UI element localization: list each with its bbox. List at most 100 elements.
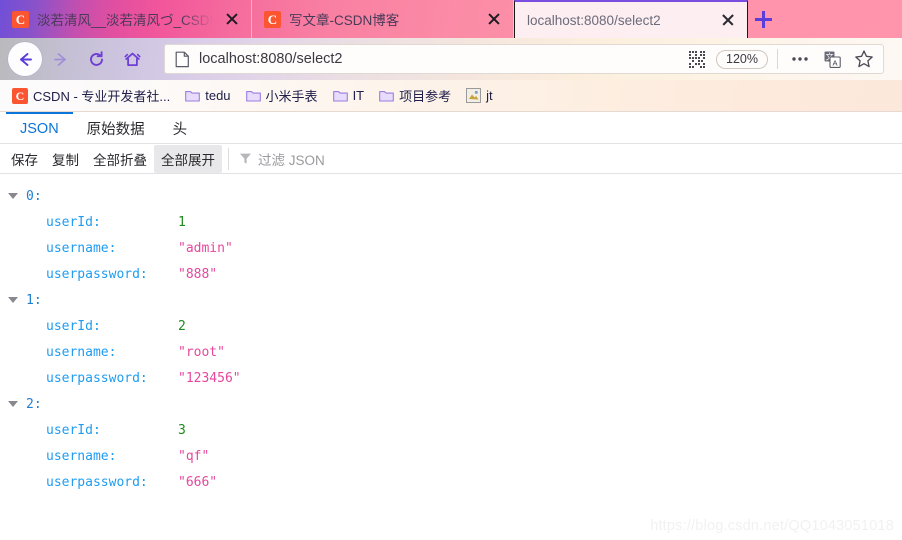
star-icon[interactable] (851, 46, 877, 72)
chevron-down-icon[interactable] (8, 297, 18, 303)
json-value: 3 (178, 422, 186, 438)
json-value: "123456" (178, 370, 241, 386)
bookmark-label: CSDN - 专业开发者社... (33, 89, 171, 104)
bookmark-label: 小米手表 (265, 89, 318, 104)
page-document-icon (175, 51, 190, 68)
back-button[interactable] (8, 42, 42, 76)
browser-tab-2[interactable]: C 写文章-CSDN博客 (252, 0, 514, 38)
folder-icon (379, 89, 394, 102)
address-bar[interactable]: localhost:8080/select2 120% 文 A (164, 44, 884, 74)
folder-icon (332, 89, 348, 102)
filter-placeholder: 过滤 JSON (258, 152, 325, 168)
json-node-index: 0: (26, 188, 42, 204)
collapse-all-button[interactable]: 全部折叠 (86, 145, 154, 173)
json-key: userId: (46, 214, 101, 230)
bookmark-tedu[interactable]: tedu (179, 85, 236, 106)
json-node-row[interactable]: 1: (0, 287, 902, 313)
folder-icon (185, 89, 201, 102)
json-node-index: 2: (26, 396, 42, 412)
new-tab-button[interactable] (748, 0, 778, 38)
json-property-row: userpassword: "666" (0, 469, 902, 495)
browser-tab-3-active[interactable]: localhost:8080/select2 (514, 0, 748, 38)
forward-arrow-icon (53, 52, 66, 66)
json-key: userId: (46, 318, 101, 334)
json-key: username: (46, 240, 117, 256)
bookmark-project-reference[interactable]: 项目参考 (373, 83, 457, 108)
json-value: 1 (178, 214, 186, 230)
json-property-row: userId: 1 (0, 209, 902, 235)
bookmark-csdn[interactable]: C CSDN - 专业开发者社... (6, 83, 176, 108)
bookmark-label: jt (486, 88, 493, 103)
copy-button[interactable]: 复制 (45, 145, 86, 173)
chevron-down-icon[interactable] (8, 401, 18, 407)
folder-icon (245, 89, 261, 102)
json-value: 2 (178, 318, 186, 334)
json-node-row[interactable]: 0: (0, 183, 902, 209)
json-value: "qf" (178, 448, 210, 464)
forward-button[interactable] (42, 41, 78, 77)
tab-label: JSON (20, 120, 59, 137)
tab-strip: C 淡若清风__淡若清风づ_CSDN博 C 写文章-CSDN博客 localho… (0, 0, 902, 38)
bookmark-jt[interactable]: jt (460, 85, 499, 106)
zoom-level-badge[interactable]: 120% (716, 49, 768, 69)
home-button[interactable] (114, 41, 150, 77)
json-node-row[interactable]: 2: (0, 391, 902, 417)
json-property-row: username: "admin" (0, 235, 902, 261)
close-icon[interactable] (221, 8, 243, 30)
json-key: userpassword: (46, 474, 148, 490)
json-value: "666" (178, 474, 218, 490)
filter-funnel-icon (239, 152, 252, 165)
reload-icon (89, 50, 103, 66)
image-icon (466, 88, 482, 103)
json-value: "888" (178, 266, 218, 282)
tab-label: 头 (172, 122, 188, 138)
bookmark-label: tedu (205, 88, 231, 103)
json-node-index: 1: (26, 292, 42, 308)
ellipsis-icon[interactable] (787, 46, 813, 72)
tab-title: 淡若清风__淡若清风づ_CSDN博 (37, 13, 213, 28)
reload-button[interactable] (78, 41, 114, 77)
filter-input[interactable]: 过滤 JSON (228, 147, 902, 170)
tab-raw-data[interactable]: 原始数据 (73, 112, 159, 143)
translate-icon[interactable]: 文 A (819, 46, 845, 72)
json-viewer: JSON 原始数据 头 保存 复制 全部折叠 全部展开 过滤 JSON 0: u… (0, 112, 902, 540)
csdn-icon: C (12, 87, 28, 104)
json-key: userId: (46, 422, 101, 438)
csdn-icon: C (12, 10, 29, 28)
bookmarks-bar: C CSDN - 专业开发者社... tedu 小米手表 IT 项目参考 jt (0, 80, 902, 112)
bookmark-label: IT (352, 88, 365, 103)
csdn-icon: C (264, 10, 281, 28)
navigation-toolbar: localhost:8080/select2 120% 文 A (0, 38, 902, 80)
tab-label: 原始数据 (86, 122, 145, 138)
close-icon[interactable] (717, 9, 739, 31)
json-value: "admin" (178, 240, 233, 256)
json-property-row: username: "root" (0, 339, 902, 365)
tab-title: localhost:8080/select2 (527, 12, 661, 28)
json-key: username: (46, 448, 117, 464)
tab-title: 写文章-CSDN博客 (289, 13, 400, 28)
bookmark-label: 项目参考 (399, 89, 452, 104)
json-key: userpassword: (46, 266, 148, 282)
json-viewer-tabs: JSON 原始数据 头 (0, 112, 902, 144)
toolbar-divider (777, 49, 778, 69)
save-button[interactable]: 保存 (4, 145, 45, 173)
bookmark-it[interactable]: IT (327, 85, 371, 106)
browser-tab-1[interactable]: C 淡若清风__淡若清风づ_CSDN博 (0, 0, 252, 38)
json-property-row: userpassword: "888" (0, 261, 902, 287)
json-tree: 0: userId: 1 username: "admin" userpassw… (0, 174, 902, 540)
back-arrow-icon (19, 52, 32, 66)
tab-json[interactable]: JSON (6, 112, 73, 143)
chevron-down-icon[interactable] (8, 193, 18, 199)
expand-all-button[interactable]: 全部展开 (154, 144, 222, 173)
qr-code-icon[interactable] (684, 46, 710, 72)
json-value: "root" (178, 344, 225, 360)
url-text: localhost:8080/select2 (199, 51, 343, 67)
address-bar-actions: 120% 文 A (684, 46, 877, 72)
json-property-row: userId: 2 (0, 313, 902, 339)
json-key: username: (46, 344, 117, 360)
tab-headers[interactable]: 头 (159, 112, 202, 143)
json-property-row: userpassword: "123456" (0, 365, 902, 391)
bookmark-xiaomi-watch[interactable]: 小米手表 (240, 83, 324, 108)
json-property-row: username: "qf" (0, 443, 902, 469)
close-icon[interactable] (483, 8, 505, 30)
